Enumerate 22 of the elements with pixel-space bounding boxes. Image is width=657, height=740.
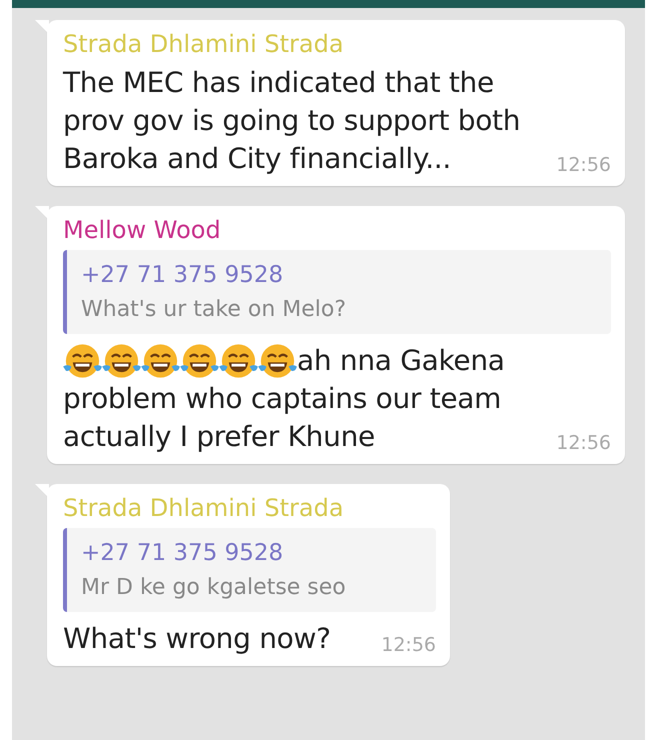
quoted-text: Mr D ke go kgaletse seo [81,574,347,602]
message-time: 12:56 [556,154,611,176]
tears-of-joy-emoji-icon [102,343,141,379]
quoted-message[interactable]: +27 71 375 9528 Mr D ke go kgaletse seo [63,528,436,612]
tears-of-joy-emoji-icon [63,343,102,379]
quoted-author: +27 71 375 9528 [81,261,284,290]
message-time: 12:56 [556,432,611,454]
quoted-author: +27 71 375 9528 [81,539,284,568]
quoted-message[interactable]: +27 71 375 9528 What's ur take on Melo? [63,250,611,334]
quoted-text: What's ur take on Melo? [81,296,348,324]
sender-name: Strada Dhlamini Strada [63,493,345,524]
message-text: The MEC has indicated that the prov gov is going to support both Baroka and City financially... [63,65,522,177]
tears-of-joy-emoji-icon [258,343,297,379]
tears-of-joy-emoji-icon [141,343,180,379]
message-time: 12:56 [381,634,436,656]
sender-name: Strada Dhlamini Strada [63,29,345,60]
message-text: problem who captains our team actually I prefer Khune [63,381,502,455]
message-text: What's wrong now? [63,621,331,657]
message-text: ah nna Gakena [297,343,505,379]
tears-of-joy-emoji-icon [219,343,258,379]
tears-of-joy-emoji-icon [180,343,219,379]
sender-name: Mellow Wood [63,215,222,246]
